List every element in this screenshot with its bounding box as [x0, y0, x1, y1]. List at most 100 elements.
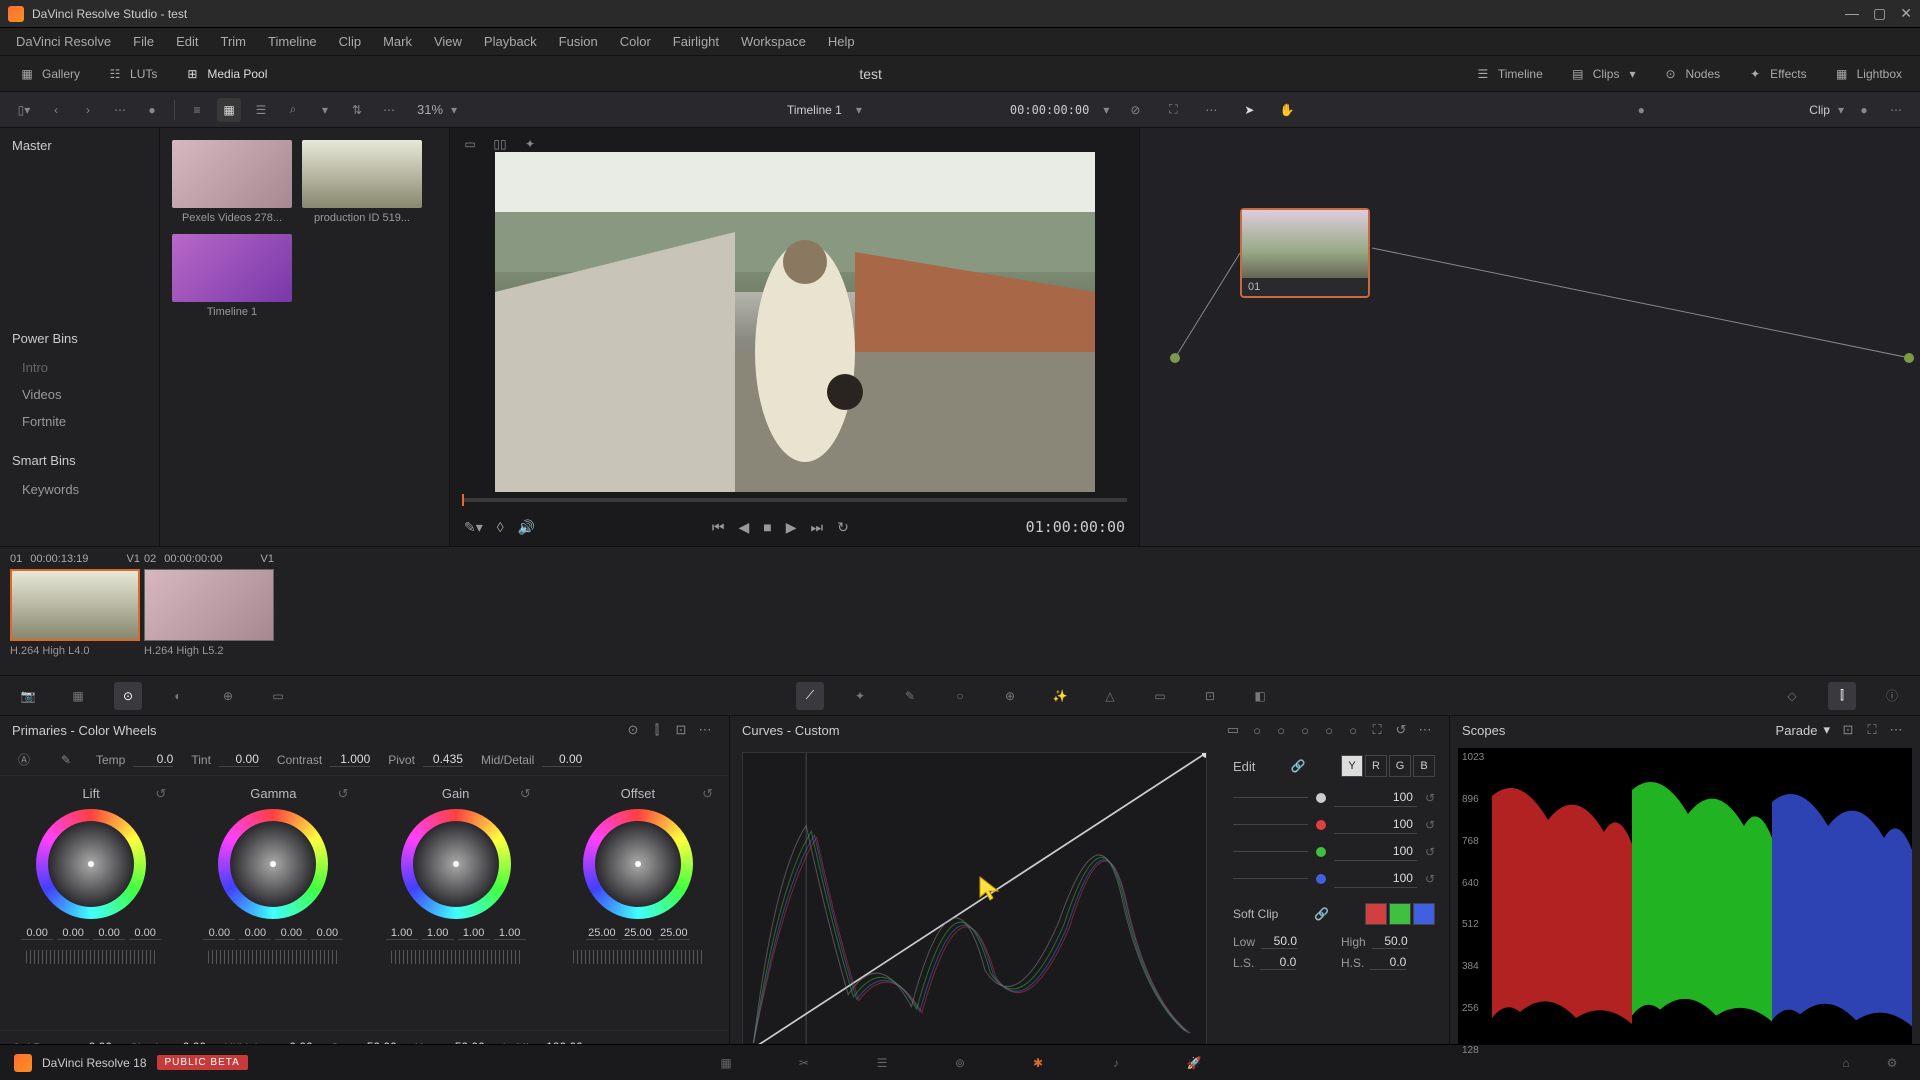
- curves-reset-icon[interactable]: ↺: [1389, 718, 1413, 742]
- softclip-low[interactable]: 50.0: [1261, 934, 1297, 949]
- curves-sub1-icon[interactable]: ○: [1245, 718, 1269, 742]
- curve-intensity-3[interactable]: 100: [1334, 869, 1417, 888]
- prev-frame-icon[interactable]: ◀: [739, 519, 750, 536]
- slider-lift[interactable]: [26, 950, 156, 964]
- channel-y[interactable]: Y: [1341, 755, 1363, 777]
- curves-sub5-icon[interactable]: ○: [1341, 718, 1365, 742]
- pal-motion-icon[interactable]: ▭: [264, 682, 292, 710]
- reset-offset[interactable]: ↺: [702, 786, 713, 802]
- middetail-value[interactable]: 0.00: [542, 752, 582, 767]
- pal-hdr-icon[interactable]: ◐: [164, 682, 192, 710]
- wheels-mode3-icon[interactable]: ⊡: [669, 718, 693, 742]
- menu-fusion[interactable]: Fusion: [549, 30, 608, 53]
- last-frame-icon[interactable]: ⏭: [811, 519, 824, 536]
- colorwheel-gain[interactable]: [401, 809, 511, 919]
- smartbins-header[interactable]: Smart Bins: [12, 453, 147, 468]
- settings-icon[interactable]: ⚙: [1878, 1049, 1906, 1077]
- search-icon[interactable]: ⌕: [281, 98, 305, 122]
- slider-gamma[interactable]: [208, 950, 338, 964]
- menu-file[interactable]: File: [123, 30, 164, 53]
- effects-button[interactable]: ✦Effects: [1736, 61, 1816, 87]
- view-list-icon[interactable]: ☰: [249, 98, 273, 122]
- colorwheel-offset[interactable]: [583, 809, 693, 919]
- maximize-button[interactable]: ▢: [1873, 5, 1886, 22]
- minimize-button[interactable]: —: [1845, 5, 1859, 22]
- pal-sizing-icon[interactable]: ⊡: [1196, 682, 1224, 710]
- bypass-icon[interactable]: ⊘: [1123, 98, 1147, 122]
- media-thumb-0[interactable]: Pexels Videos 278...: [172, 140, 292, 224]
- more4-icon[interactable]: ⋯: [1884, 98, 1908, 122]
- media-thumb-1[interactable]: production ID 519...: [302, 140, 422, 224]
- pivot-value[interactable]: 0.435: [423, 752, 463, 767]
- picker2-icon[interactable]: ✎: [54, 748, 78, 772]
- menu-clip[interactable]: Clip: [329, 30, 371, 53]
- hand-icon[interactable]: ✋: [1275, 98, 1299, 122]
- curve-reset-0[interactable]: ↺: [1425, 791, 1435, 805]
- play-icon[interactable]: ▶: [786, 519, 797, 536]
- luts-button[interactable]: ☷LUTs: [96, 61, 167, 87]
- softclip-hs[interactable]: 0.0: [1370, 955, 1406, 970]
- pal-wheels-icon[interactable]: ⊙: [114, 682, 142, 710]
- channel-b[interactable]: B: [1413, 755, 1435, 777]
- page-media-icon[interactable]: ▦: [712, 1049, 740, 1077]
- menu-davinci[interactable]: DaVinci Resolve: [6, 30, 121, 53]
- softclip-r[interactable]: [1365, 903, 1387, 925]
- menu-workspace[interactable]: Workspace: [731, 30, 816, 53]
- reset-lift[interactable]: ↺: [155, 786, 166, 802]
- mediapool-button[interactable]: ⊞Media Pool: [173, 61, 277, 87]
- pal-camera-icon[interactable]: 📷: [14, 682, 42, 710]
- mute-icon[interactable]: 🔊: [518, 519, 535, 536]
- home-icon[interactable]: ⌂: [1832, 1049, 1860, 1077]
- curve-graph[interactable]: [742, 752, 1207, 1056]
- expand-icon[interactable]: ⛶: [1161, 98, 1185, 122]
- curve-intensity-2[interactable]: 100: [1334, 842, 1417, 861]
- bin-fortnite[interactable]: Fortnite: [12, 408, 147, 435]
- curves-more-icon[interactable]: ⋯: [1413, 718, 1437, 742]
- pal-colormatch-icon[interactable]: ▦: [64, 682, 92, 710]
- menu-timeline[interactable]: Timeline: [258, 30, 327, 53]
- marker-icon[interactable]: ◊: [497, 519, 504, 535]
- panel-select-icon[interactable]: ▯▾: [12, 98, 36, 122]
- pal-window-icon[interactable]: ○: [946, 682, 974, 710]
- curve-intensity-0[interactable]: 100: [1334, 788, 1417, 807]
- viewer-timecode[interactable]: 00:00:00:00: [1010, 103, 1089, 117]
- reset-gamma[interactable]: ↺: [338, 786, 349, 802]
- colorwheel-gamma[interactable]: [218, 809, 328, 919]
- nav-fwd-icon[interactable]: ›: [76, 98, 100, 122]
- pal-warper-icon[interactable]: ✦: [846, 682, 874, 710]
- menu-fairlight[interactable]: Fairlight: [663, 30, 729, 53]
- pal-qualifier-icon[interactable]: ✎: [896, 682, 924, 710]
- menu-help[interactable]: Help: [818, 30, 865, 53]
- first-frame-icon[interactable]: ⏮: [712, 519, 725, 536]
- slider-offset[interactable]: [573, 950, 703, 964]
- curves-mode-icon[interactable]: ▭: [1221, 718, 1245, 742]
- menu-edit[interactable]: Edit: [166, 30, 208, 53]
- page-fairlight-icon[interactable]: ♪: [1102, 1049, 1130, 1077]
- softclip-ls[interactable]: 0.0: [1260, 955, 1296, 970]
- pal-scopes-icon[interactable]: ⫿: [1828, 682, 1856, 710]
- nodes-button[interactable]: ⊙Nodes: [1651, 61, 1730, 87]
- page-deliver-icon[interactable]: 🚀: [1180, 1049, 1208, 1077]
- menu-view[interactable]: View: [424, 30, 472, 53]
- pal-3d-icon[interactable]: ◧: [1246, 682, 1274, 710]
- bin-intro[interactable]: Intro: [12, 354, 147, 381]
- scopes-opt1-icon[interactable]: ⊡: [1836, 718, 1860, 742]
- colorwheel-lift[interactable]: [36, 809, 146, 919]
- close-button[interactable]: ✕: [1900, 5, 1912, 22]
- channel-r[interactable]: R: [1365, 755, 1387, 777]
- tint-value[interactable]: 0.00: [219, 752, 259, 767]
- stop-icon[interactable]: ■: [763, 519, 771, 535]
- pal-rgb-icon[interactable]: ⊕: [214, 682, 242, 710]
- wheels-mode1-icon[interactable]: ⊙: [621, 718, 645, 742]
- pointer-icon[interactable]: ➤: [1237, 98, 1261, 122]
- more3-icon[interactable]: ⋯: [1199, 98, 1223, 122]
- viewer-frame[interactable]: [495, 152, 1095, 492]
- clip-label[interactable]: Clip: [1809, 103, 1830, 117]
- view-meta-icon[interactable]: ≡: [185, 98, 209, 122]
- node-dot-icon[interactable]: ●: [1629, 98, 1653, 122]
- temp-value[interactable]: 0.0: [133, 752, 173, 767]
- record-icon[interactable]: ●: [140, 98, 164, 122]
- powerbins-header[interactable]: Power Bins: [12, 331, 147, 346]
- softclip-link-icon[interactable]: 🔗: [1310, 902, 1334, 926]
- pal-blur-icon[interactable]: △: [1096, 682, 1124, 710]
